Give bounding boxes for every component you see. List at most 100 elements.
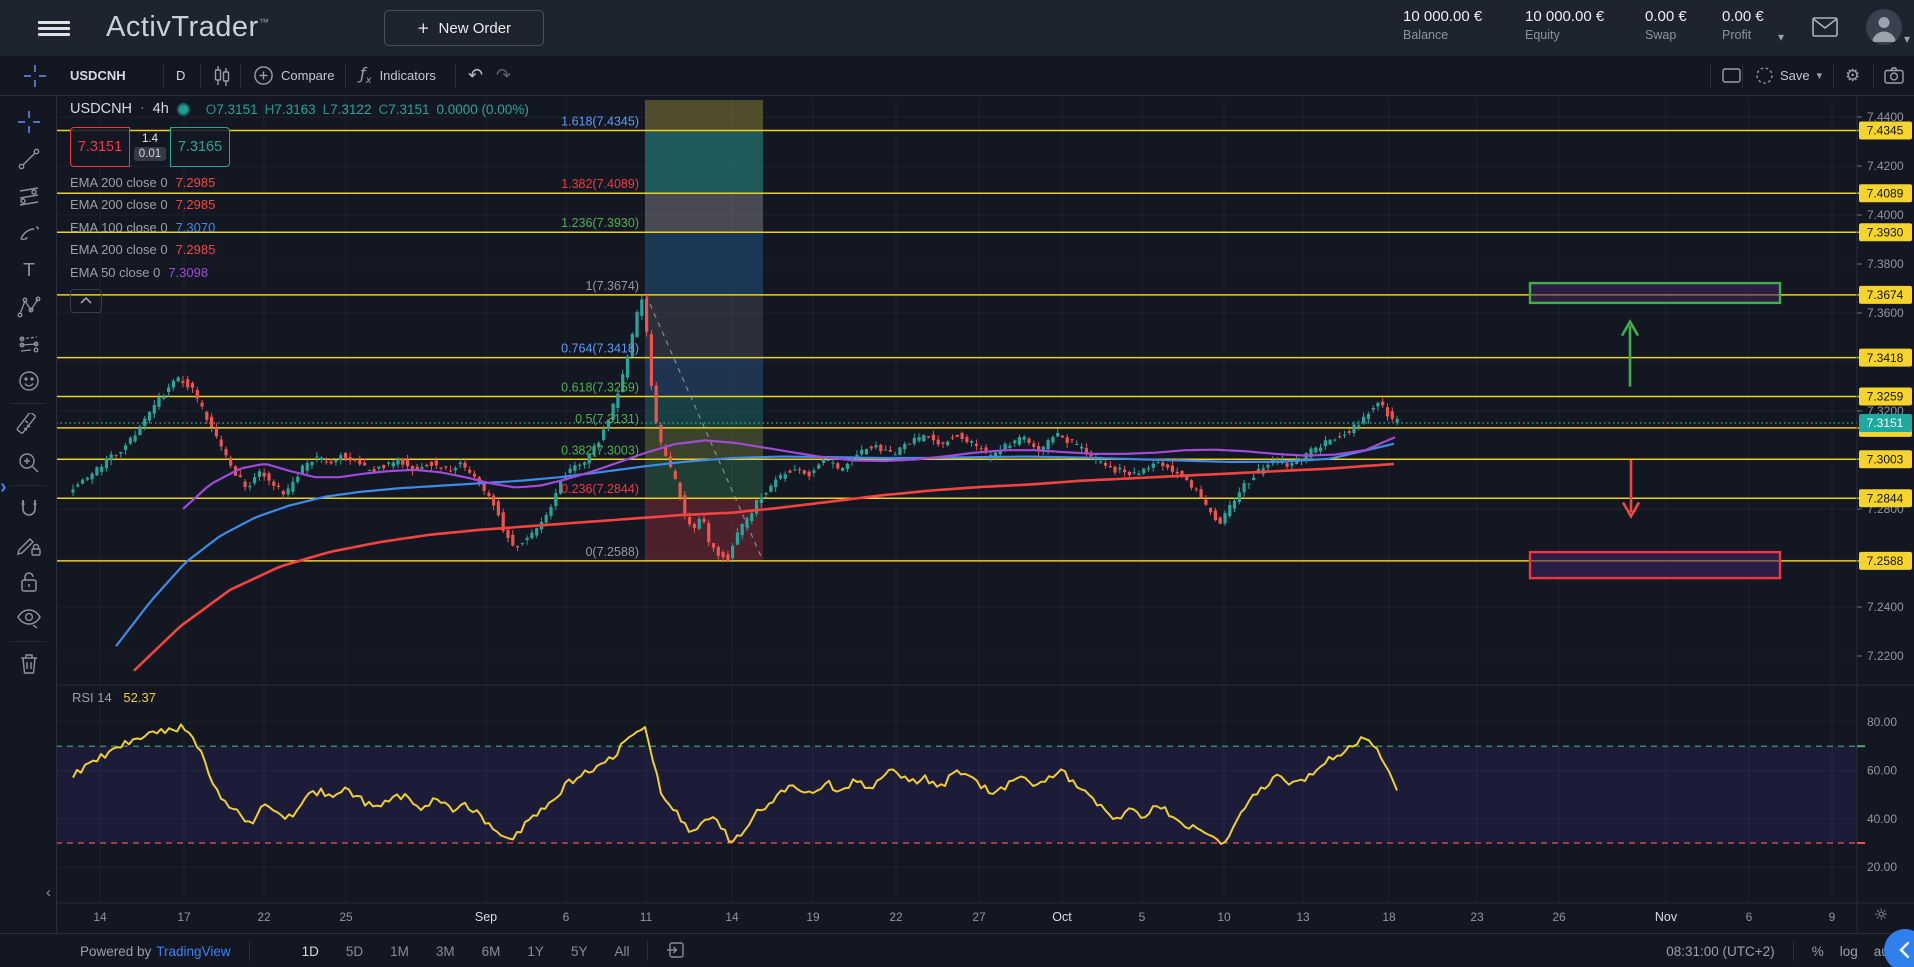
timeline-collapse-tab[interactable]: ‹ xyxy=(46,884,51,901)
log-scale-button[interactable]: log xyxy=(1840,944,1858,959)
svg-text:7.3800: 7.3800 xyxy=(1867,257,1904,271)
svg-text:23: 23 xyxy=(1470,910,1484,924)
market-status-icon[interactable] xyxy=(177,103,190,116)
tool-brush[interactable] xyxy=(16,220,42,246)
chevron-down-icon[interactable]: ▾ xyxy=(1778,30,1784,44)
balance-stat: 10 000.00 €Balance xyxy=(1403,8,1482,42)
range-1y[interactable]: 1Y xyxy=(527,944,544,959)
buy-ask-button[interactable]: 7.3165 xyxy=(170,127,230,167)
ohlc-values: O7.3151 H7.3163 L7.3122 C7.3151 0.0000 (… xyxy=(206,102,529,117)
svg-text:0.236(7.2844): 0.236(7.2844) xyxy=(561,482,639,496)
tool-emoji[interactable] xyxy=(16,368,42,394)
indicator-row[interactable]: EMA 200 close 07.2985 xyxy=(70,197,529,212)
tool-magnet[interactable] xyxy=(16,495,42,521)
avatar[interactable] xyxy=(1866,9,1902,45)
range-1d[interactable]: 1D xyxy=(302,944,319,959)
rsi-indicator-label[interactable]: RSI 14 52.37 xyxy=(72,690,156,705)
spread: 1.4 0.01 xyxy=(130,127,170,167)
tool-text[interactable]: T xyxy=(16,257,42,283)
account-chevron-down-icon[interactable]: ▾ xyxy=(1904,32,1910,46)
main-menu-button[interactable] xyxy=(38,21,70,35)
svg-text:1.382(7.4089): 1.382(7.4089) xyxy=(561,177,639,191)
tool-zoom-in[interactable] xyxy=(16,450,42,476)
tool-forecast[interactable] xyxy=(16,331,42,357)
svg-text:22: 22 xyxy=(257,910,271,924)
range-3m[interactable]: 3M xyxy=(436,944,455,959)
svg-text:9: 9 xyxy=(1829,910,1836,924)
chart-toolbar: USDCNH D Compare ƒx Indicators ↶ ↷ Save … xyxy=(0,56,1914,96)
crosshair-tool-icon[interactable] xyxy=(24,56,46,95)
tool-xabcd-pattern[interactable] xyxy=(16,294,42,320)
tool-fib-retracement[interactable] xyxy=(16,183,42,209)
tradingview-link[interactable]: TradingView xyxy=(156,944,230,959)
go-to-date-icon[interactable] xyxy=(666,942,684,961)
svg-text:0(7.2588): 0(7.2588) xyxy=(585,545,639,559)
svg-text:14: 14 xyxy=(725,910,739,924)
indicator-row[interactable]: EMA 200 close 07.2985 xyxy=(70,175,529,190)
symbol-button[interactable]: USDCNH xyxy=(70,56,126,95)
tool-hide-all-drawings[interactable] xyxy=(16,606,42,632)
svg-text:7.3151: 7.3151 xyxy=(1867,416,1904,430)
tool-crosshair[interactable] xyxy=(16,109,42,135)
tool-remove-drawings[interactable] xyxy=(16,651,42,677)
range-switcher: 1D 5D 1M 3M 6M 1Y 5Y All xyxy=(302,944,630,959)
bottom-bar: Powered by TradingView 1D 5D 1M 3M 6M 1Y… xyxy=(0,933,1914,967)
compare-button[interactable]: Compare xyxy=(254,56,334,95)
tool-trend-line[interactable] xyxy=(16,146,42,172)
svg-text:7.3674: 7.3674 xyxy=(1867,288,1904,302)
indicators-button[interactable]: ƒx Indicators xyxy=(360,56,436,95)
theme-sun-icon[interactable]: ☼ xyxy=(1874,905,1888,924)
svg-text:7.4089: 7.4089 xyxy=(1867,186,1904,200)
svg-text:5: 5 xyxy=(1139,910,1146,924)
interval-button[interactable]: D xyxy=(176,56,185,95)
svg-text:17: 17 xyxy=(177,910,191,924)
watchlist-expand-chevron-icon[interactable]: › xyxy=(0,476,7,499)
mail-icon[interactable] xyxy=(1812,17,1838,42)
legend-collapse-button[interactable] xyxy=(70,289,102,313)
tool-ruler[interactable] xyxy=(16,413,42,439)
range-1m[interactable]: 1M xyxy=(390,944,409,959)
svg-text:1.236(7.3930): 1.236(7.3930) xyxy=(561,216,639,230)
chart-style-icon[interactable] xyxy=(212,56,232,95)
settings-gear-icon[interactable]: ⚙ xyxy=(1845,56,1860,95)
tool-lock-all-drawings[interactable] xyxy=(16,569,42,595)
undo-icon[interactable]: ↶ xyxy=(468,56,483,95)
indicator-row[interactable]: EMA 50 close 07.3098 xyxy=(70,265,529,280)
equity-stat: 10 000.00 €Equity xyxy=(1525,8,1604,42)
plus-icon: + xyxy=(417,19,430,37)
legend-interval[interactable]: 4h xyxy=(153,101,169,117)
profit-stat: 0.00 €Profit xyxy=(1722,8,1764,42)
svg-text:7.3259: 7.3259 xyxy=(1867,390,1904,404)
chevron-left-icon xyxy=(1899,942,1911,958)
save-button[interactable]: Save ▾ xyxy=(1756,56,1822,95)
svg-text:1(7.3674): 1(7.3674) xyxy=(585,279,639,293)
snapshot-camera-icon[interactable] xyxy=(1884,56,1904,95)
svg-text:7.2400: 7.2400 xyxy=(1867,600,1904,614)
range-all[interactable]: All xyxy=(614,944,629,959)
svg-text:1.618(7.4345): 1.618(7.4345) xyxy=(561,115,639,129)
svg-text:25: 25 xyxy=(339,910,353,924)
compare-plus-icon xyxy=(254,66,273,85)
percent-scale-button[interactable]: % xyxy=(1812,944,1824,959)
svg-text:0.618(7.3259): 0.618(7.3259) xyxy=(561,381,639,395)
svg-text:Nov: Nov xyxy=(1655,910,1678,924)
redo-icon[interactable]: ↷ xyxy=(496,56,511,95)
indicator-row[interactable]: EMA 200 close 07.2985 xyxy=(70,242,529,257)
swap-stat: 0.00 €Swap xyxy=(1645,8,1687,42)
clock-time[interactable]: 08:31:00 (UTC+2) xyxy=(1666,944,1774,959)
svg-text:11: 11 xyxy=(640,910,653,924)
cloud-save-icon xyxy=(1756,67,1773,84)
svg-text:18: 18 xyxy=(1382,910,1396,924)
svg-text:7.3003: 7.3003 xyxy=(1867,453,1904,467)
range-6m[interactable]: 6M xyxy=(482,944,501,959)
indicator-row[interactable]: EMA 100 close 07.3070 xyxy=(70,220,529,235)
new-order-button[interactable]: + New Order xyxy=(384,10,544,46)
sell-bid-button[interactable]: 7.3151 xyxy=(70,127,130,167)
svg-text:7.3930: 7.3930 xyxy=(1867,225,1904,239)
tool-drawing-mode-lock[interactable] xyxy=(16,532,42,558)
layout-panel-icon[interactable] xyxy=(1722,56,1741,95)
range-5y[interactable]: 5Y xyxy=(571,944,588,959)
legend-symbol[interactable]: USDCNH xyxy=(70,101,132,117)
svg-text:0.5(7.3131): 0.5(7.3131) xyxy=(575,412,639,426)
range-5d[interactable]: 5D xyxy=(346,944,363,959)
